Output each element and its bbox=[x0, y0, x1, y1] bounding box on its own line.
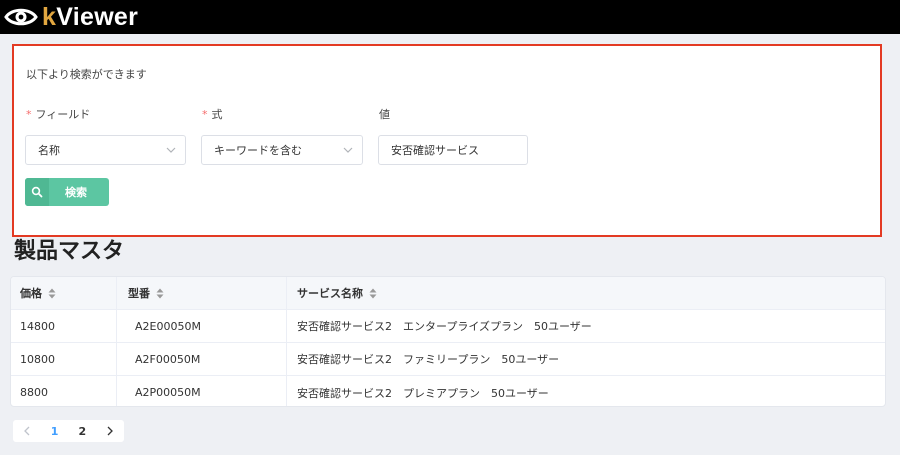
brand-logo[interactable]: kViewer bbox=[4, 3, 138, 32]
field-select[interactable]: 名称 bbox=[25, 135, 186, 165]
column-header-model[interactable]: 型番 bbox=[117, 277, 287, 309]
eye-icon bbox=[4, 8, 38, 26]
table-row[interactable]: 8800 A2P00050M 安否確認サービス2 プレミアプラン 50ユーザー bbox=[11, 376, 885, 406]
column-header-service-name[interactable]: サービス名称 bbox=[287, 277, 885, 309]
prev-page-button[interactable] bbox=[13, 420, 41, 442]
chevron-down-icon bbox=[166, 147, 176, 153]
required-mark: * bbox=[26, 108, 32, 121]
brand-name: kViewer bbox=[42, 2, 139, 31]
chevron-left-icon bbox=[23, 426, 30, 436]
sort-icon[interactable] bbox=[369, 288, 377, 299]
table-header-row: 価格 型番 サービス名称 bbox=[11, 277, 885, 310]
search-button[interactable]: 検索 bbox=[25, 178, 109, 206]
price-cell: 8800 bbox=[11, 376, 117, 406]
model-cell: A2P00050M bbox=[117, 376, 287, 406]
page-button-1[interactable]: 1 bbox=[41, 425, 69, 438]
service-name-cell: 安否確認サービス2 エンタープライズプラン 50ユーザー bbox=[297, 320, 592, 333]
search-hint: 以下より検索ができます bbox=[26, 68, 147, 81]
price-cell: 10800 bbox=[11, 343, 117, 375]
operator-label: * 式 bbox=[202, 108, 223, 121]
next-page-button[interactable] bbox=[96, 420, 124, 442]
table-row[interactable]: 14800 A2E00050M 安否確認サービス2 エンタープライズプラン 50… bbox=[11, 310, 885, 343]
required-mark: * bbox=[202, 108, 208, 121]
sort-icon[interactable] bbox=[48, 288, 56, 299]
field-select-value: 名称 bbox=[38, 144, 60, 157]
field-label: * フィールド bbox=[26, 108, 91, 121]
value-input[interactable]: 安否確認サービス bbox=[378, 135, 528, 165]
sort-icon[interactable] bbox=[156, 288, 164, 299]
operator-select[interactable]: キーワードを含む bbox=[201, 135, 363, 165]
page-title: 製品マスタ bbox=[14, 239, 125, 264]
chevron-down-icon bbox=[343, 147, 353, 153]
pagination: 1 2 bbox=[13, 420, 124, 442]
search-panel: 以下より検索ができます * フィールド * 式 値 名称 キーワードを含む 安否確認… bbox=[12, 44, 882, 237]
table-row[interactable]: 10800 A2F00050M 安否確認サービス2 ファミリープラン 50ユーザ… bbox=[11, 343, 885, 376]
column-header-price[interactable]: 価格 bbox=[11, 277, 117, 309]
model-cell: A2F00050M bbox=[117, 343, 287, 375]
search-button-label: 検索 bbox=[65, 186, 87, 199]
service-name-cell: 安否確認サービス2 ファミリープラン 50ユーザー bbox=[297, 353, 560, 366]
service-name-cell: 安否確認サービス2 プレミアプラン 50ユーザー bbox=[297, 386, 549, 400]
search-icon bbox=[25, 178, 49, 206]
price-cell: 14800 bbox=[11, 310, 117, 342]
operator-select-value: キーワードを含む bbox=[214, 144, 302, 157]
app-header: kViewer bbox=[0, 0, 900, 34]
value-label: 値 bbox=[379, 108, 390, 121]
chevron-right-icon bbox=[107, 426, 114, 436]
model-cell: A2E00050M bbox=[117, 310, 287, 342]
product-table: 価格 型番 サービス名称 14800 A2E00050M 安否確認サービス2 エ… bbox=[10, 276, 886, 407]
page-button-2[interactable]: 2 bbox=[69, 425, 97, 438]
value-input-text: 安否確認サービス bbox=[391, 144, 479, 157]
